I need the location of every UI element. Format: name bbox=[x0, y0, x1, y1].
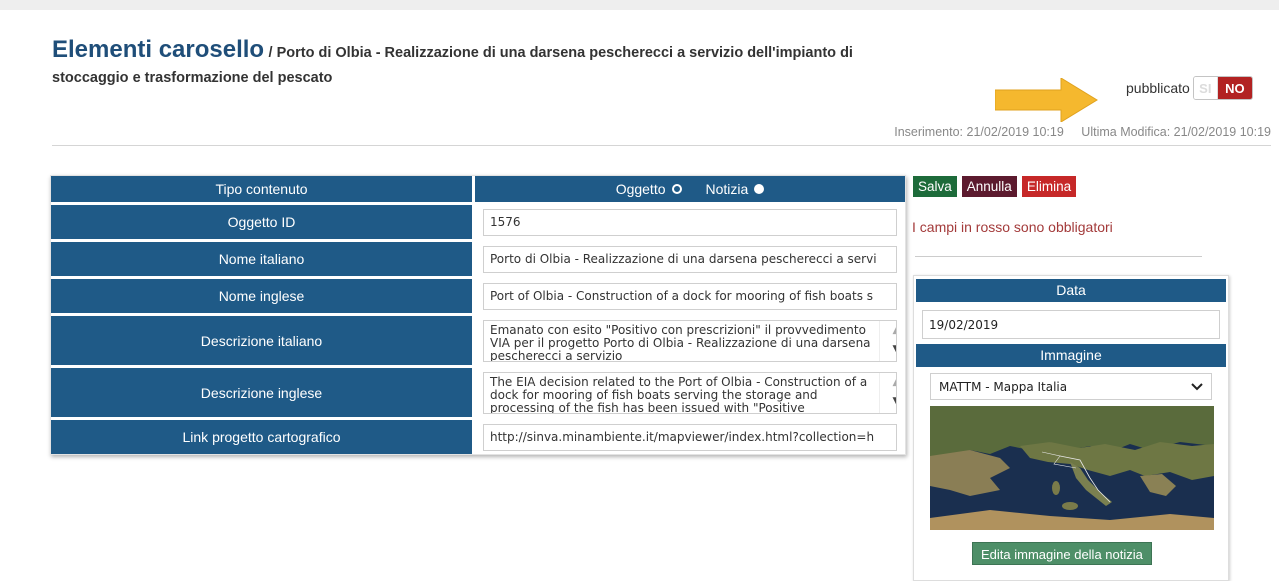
meta-info: Inserimento: 21/02/2019 10:19 Ultima Mod… bbox=[894, 125, 1271, 139]
desc-en-text: The EIA decision related to the Port of … bbox=[490, 374, 868, 414]
cancel-button[interactable]: Annulla bbox=[961, 176, 1017, 197]
publish-label: pubblicato bbox=[1126, 80, 1190, 96]
nome-it-label: Nome italiano bbox=[51, 242, 472, 276]
page-subtitle-line2: stoccaggio e trasformazione del pescato bbox=[52, 70, 333, 86]
page-header: Elementi carosello / Porto di Olbia - Re… bbox=[52, 36, 972, 86]
link-label: Link progetto cartografico bbox=[51, 420, 472, 454]
desc-it-scrollbar[interactable]: ▲▼ bbox=[879, 320, 896, 361]
desc-it-textarea[interactable]: Emanato con esito "Positivo con prescriz… bbox=[483, 319, 897, 362]
radio-notizia-label: Notizia bbox=[705, 181, 749, 197]
image-select[interactable]: MATTM - Mappa Italia bbox=[930, 373, 1212, 400]
right-arrow-icon bbox=[995, 78, 1098, 122]
form-row-nome-it: Nome italiano Porto di Olbia - Realizzaz… bbox=[51, 242, 905, 276]
side-divider bbox=[915, 256, 1202, 257]
delete-button[interactable]: Elimina bbox=[1021, 176, 1077, 197]
tipo-label: Tipo contenuto bbox=[51, 176, 472, 202]
top-bar bbox=[0, 0, 1279, 10]
desc-en-scrollbar[interactable]: ▲▼ bbox=[879, 372, 896, 413]
page-subtitle: / Porto di Olbia - Realizzazione di una … bbox=[268, 45, 853, 61]
edit-image-button[interactable]: Edita immagine della notizia bbox=[972, 542, 1152, 565]
radio-oggetto-circle[interactable] bbox=[671, 184, 682, 194]
desc-it-label: Descrizione italiano bbox=[51, 316, 472, 365]
chevron-down-icon bbox=[1191, 380, 1203, 394]
tipo-radio-group: Oggetto Notizia bbox=[475, 176, 905, 202]
action-buttons: Salva Annulla Elimina bbox=[913, 176, 1077, 197]
radio-oggetto-label: Oggetto bbox=[615, 181, 666, 197]
radio-oggetto[interactable]: Oggetto bbox=[616, 181, 682, 197]
page-title: Elementi carosello bbox=[52, 36, 265, 63]
form-row-oggetto-id: Oggetto ID 1576 bbox=[51, 205, 905, 239]
map-thumbnail bbox=[930, 406, 1214, 530]
desc-en-textarea[interactable]: The EIA decision related to the Port of … bbox=[483, 371, 897, 414]
save-button[interactable]: Salva bbox=[913, 176, 957, 197]
desc-it-text: Emanato con esito "Positivo con prescriz… bbox=[490, 322, 871, 362]
publish-yes-option[interactable]: SI bbox=[1193, 77, 1218, 99]
image-header: Immagine bbox=[916, 344, 1226, 367]
form-row-nome-en: Nome inglese Port of Olbia - Constructio… bbox=[51, 279, 905, 313]
nome-en-label: Nome inglese bbox=[51, 279, 472, 313]
desc-en-label: Descrizione inglese bbox=[51, 368, 472, 417]
radio-notizia-circle[interactable] bbox=[754, 184, 765, 194]
form-row-tipo: Tipo contenuto Oggetto Notizia bbox=[51, 176, 905, 202]
publish-status: pubblicato SI NO bbox=[1126, 76, 1253, 100]
form-row-link: Link progetto cartografico http://sinva.… bbox=[51, 420, 905, 454]
required-note: I campi in rosso sono obbligatori bbox=[912, 219, 1113, 235]
date-input[interactable]: 19/02/2019 bbox=[922, 310, 1220, 339]
image-select-value: MATTM - Mappa Italia bbox=[939, 379, 1068, 394]
form-row-desc-en: Descrizione inglese The EIA decision rel… bbox=[51, 368, 905, 417]
insert-date: Inserimento: 21/02/2019 10:19 bbox=[894, 125, 1064, 139]
side-panel: Data 19/02/2019 Immagine MATTM - Mappa I… bbox=[913, 275, 1229, 581]
publish-no-option[interactable]: NO bbox=[1217, 77, 1252, 99]
link-input[interactable]: http://sinva.minambiente.it/mapviewer/in… bbox=[483, 423, 897, 451]
data-header: Data bbox=[916, 279, 1226, 302]
radio-notizia[interactable]: Notizia bbox=[706, 181, 765, 197]
publish-toggle[interactable]: SI NO bbox=[1192, 76, 1253, 100]
oggetto-id-input[interactable]: 1576 bbox=[483, 208, 897, 236]
nome-it-input[interactable]: Porto di Olbia - Realizzazione di una da… bbox=[483, 245, 897, 273]
nome-en-input[interactable]: Port of Olbia - Construction of a dock f… bbox=[483, 282, 897, 310]
form-row-desc-it: Descrizione italiano Emanato con esito "… bbox=[51, 316, 905, 365]
oggetto-id-label: Oggetto ID bbox=[51, 205, 472, 239]
content-form: Tipo contenuto Oggetto Notizia Oggetto I… bbox=[50, 175, 906, 455]
divider bbox=[52, 145, 1271, 146]
modified-date: Ultima Modifica: 21/02/2019 10:19 bbox=[1081, 125, 1271, 139]
